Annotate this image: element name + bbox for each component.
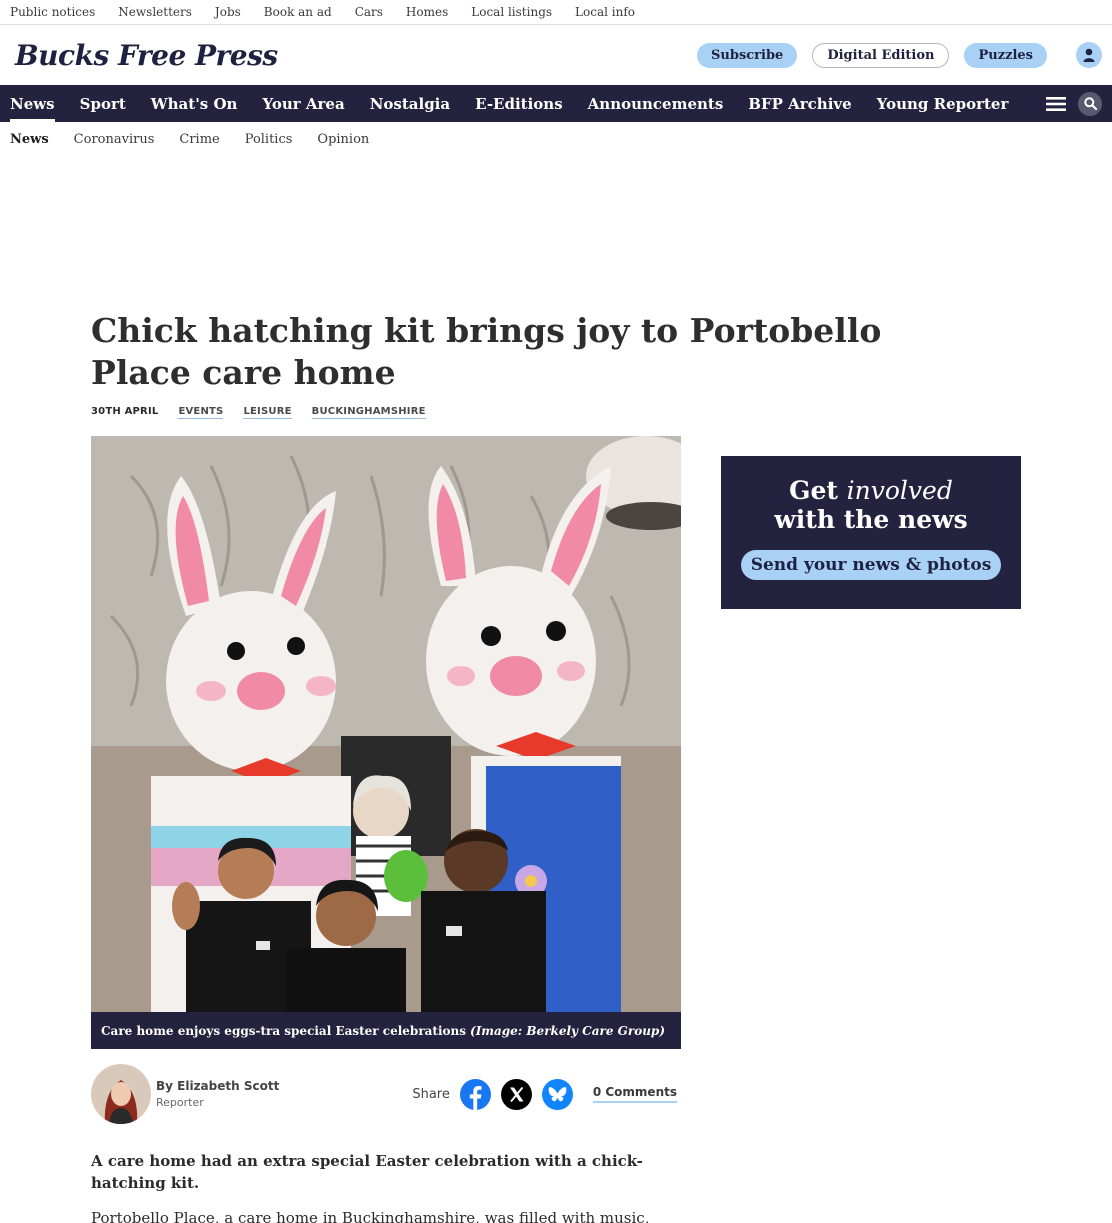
subnav-item-crime[interactable]: Crime [179, 132, 219, 147]
utility-bar: Public notices Newsletters Jobs Book an … [0, 0, 1112, 25]
share-bar: Share 0 Comments [412, 1078, 681, 1110]
nav-item-announcements[interactable]: Announcements [588, 85, 724, 122]
promo-heading-line1: Get involved [789, 476, 953, 505]
tag-buckinghamshire[interactable]: BUCKINGHAMSHIRE [311, 406, 426, 419]
caption-credit: (Image: Berkely Care Group) [470, 1023, 665, 1038]
subnav-item-politics[interactable]: Politics [245, 132, 293, 147]
nav-item-sport[interactable]: Sport [80, 85, 126, 122]
utility-link-public-notices[interactable]: Public notices [10, 5, 95, 19]
article: Chick hatching kit brings joy to Portobe… [91, 310, 1021, 1223]
account-button[interactable] [1076, 42, 1102, 68]
nav-item-bfp-archive[interactable]: BFP Archive [748, 85, 851, 122]
site-logo[interactable]: Bucks Free Press [15, 39, 278, 72]
byline-row: By Elizabeth Scott Reporter Share 0 Comm… [91, 1064, 681, 1124]
masthead-actions: Subscribe Digital Edition Puzzles [697, 42, 1102, 68]
author-name[interactable]: By Elizabeth Scott [156, 1079, 279, 1093]
article-body: Portobello Place, a care home in Bucking… [91, 1209, 650, 1223]
article-photo[interactable] [91, 436, 681, 1012]
promo-heading-line2: with the news [774, 505, 968, 534]
main-nav: News Sport What's On Your Area Nostalgia… [0, 85, 1112, 122]
puzzles-button[interactable]: Puzzles [964, 42, 1047, 68]
utility-link-newsletters[interactable]: Newsletters [118, 5, 192, 19]
nav-item-e-editions[interactable]: E-Editions [475, 85, 563, 122]
user-icon [1083, 48, 1095, 62]
share-label: Share [412, 1086, 450, 1102]
promo-involved: involved [846, 476, 953, 505]
nav-item-your-area[interactable]: Your Area [262, 85, 344, 122]
nav-item-nostalgia[interactable]: Nostalgia [370, 85, 450, 122]
subscribe-button[interactable]: Subscribe [697, 42, 798, 68]
comments-link[interactable]: 0 Comments [592, 1085, 677, 1103]
utility-link-book-an-ad[interactable]: Book an ad [264, 5, 332, 19]
article-standfirst: A care home had an extra special Easter … [91, 1152, 643, 1192]
masthead: Bucks Free Press Subscribe Digital Editi… [0, 25, 1112, 85]
nav-tools [1046, 85, 1102, 122]
search-button[interactable] [1078, 91, 1102, 116]
promo-get: Get [789, 476, 838, 505]
utility-link-jobs[interactable]: Jobs [215, 5, 241, 19]
utility-link-cars[interactable]: Cars [355, 5, 383, 19]
author-portrait [91, 1064, 151, 1124]
nav-item-whats-on[interactable]: What's On [151, 85, 238, 122]
article-headline: Chick hatching kit brings joy to Portobe… [91, 311, 882, 392]
nav-item-young-reporter[interactable]: Young Reporter [877, 85, 1009, 122]
tag-events[interactable]: EVENTS [178, 406, 224, 419]
photo-caption: Care home enjoys eggs-tra special Easter… [91, 1012, 681, 1049]
article-date: 30TH APRIL [91, 406, 159, 417]
subnav-item-opinion[interactable]: Opinion [317, 132, 369, 147]
author-role: Reporter [156, 1096, 204, 1109]
article-meta: 30TH APRIL EVENTS LEISURE BUCKINGHAMSHIR… [91, 406, 1021, 419]
search-icon [1083, 97, 1097, 110]
bluesky-icon[interactable] [541, 1078, 573, 1110]
utility-link-local-listings[interactable]: Local listings [471, 5, 552, 19]
menu-icon[interactable] [1046, 96, 1066, 112]
facebook-icon[interactable] [459, 1078, 491, 1110]
tag-leisure[interactable]: LEISURE [243, 406, 292, 419]
author-avatar[interactable] [91, 1064, 151, 1124]
get-involved-promo: Get involved with the news Send your new… [721, 456, 1021, 609]
article-figure: Care home enjoys eggs-tra special Easter… [91, 436, 681, 1049]
send-news-button[interactable]: Send your news & photos [741, 550, 1001, 580]
sub-nav: News Coronavirus Crime Politics Opinion [0, 122, 1112, 156]
nav-item-news[interactable]: News [10, 85, 55, 122]
digital-edition-button[interactable]: Digital Edition [812, 42, 950, 68]
subnav-item-coronavirus[interactable]: Coronavirus [74, 132, 155, 147]
subnav-item-news[interactable]: News [10, 132, 49, 147]
author-info: By Elizabeth Scott Reporter [156, 1079, 279, 1109]
caption-text: Care home enjoys eggs-tra special Easter… [101, 1023, 467, 1038]
utility-link-homes[interactable]: Homes [406, 5, 448, 19]
x-icon[interactable] [500, 1078, 532, 1110]
utility-link-local-info[interactable]: Local info [575, 5, 635, 19]
